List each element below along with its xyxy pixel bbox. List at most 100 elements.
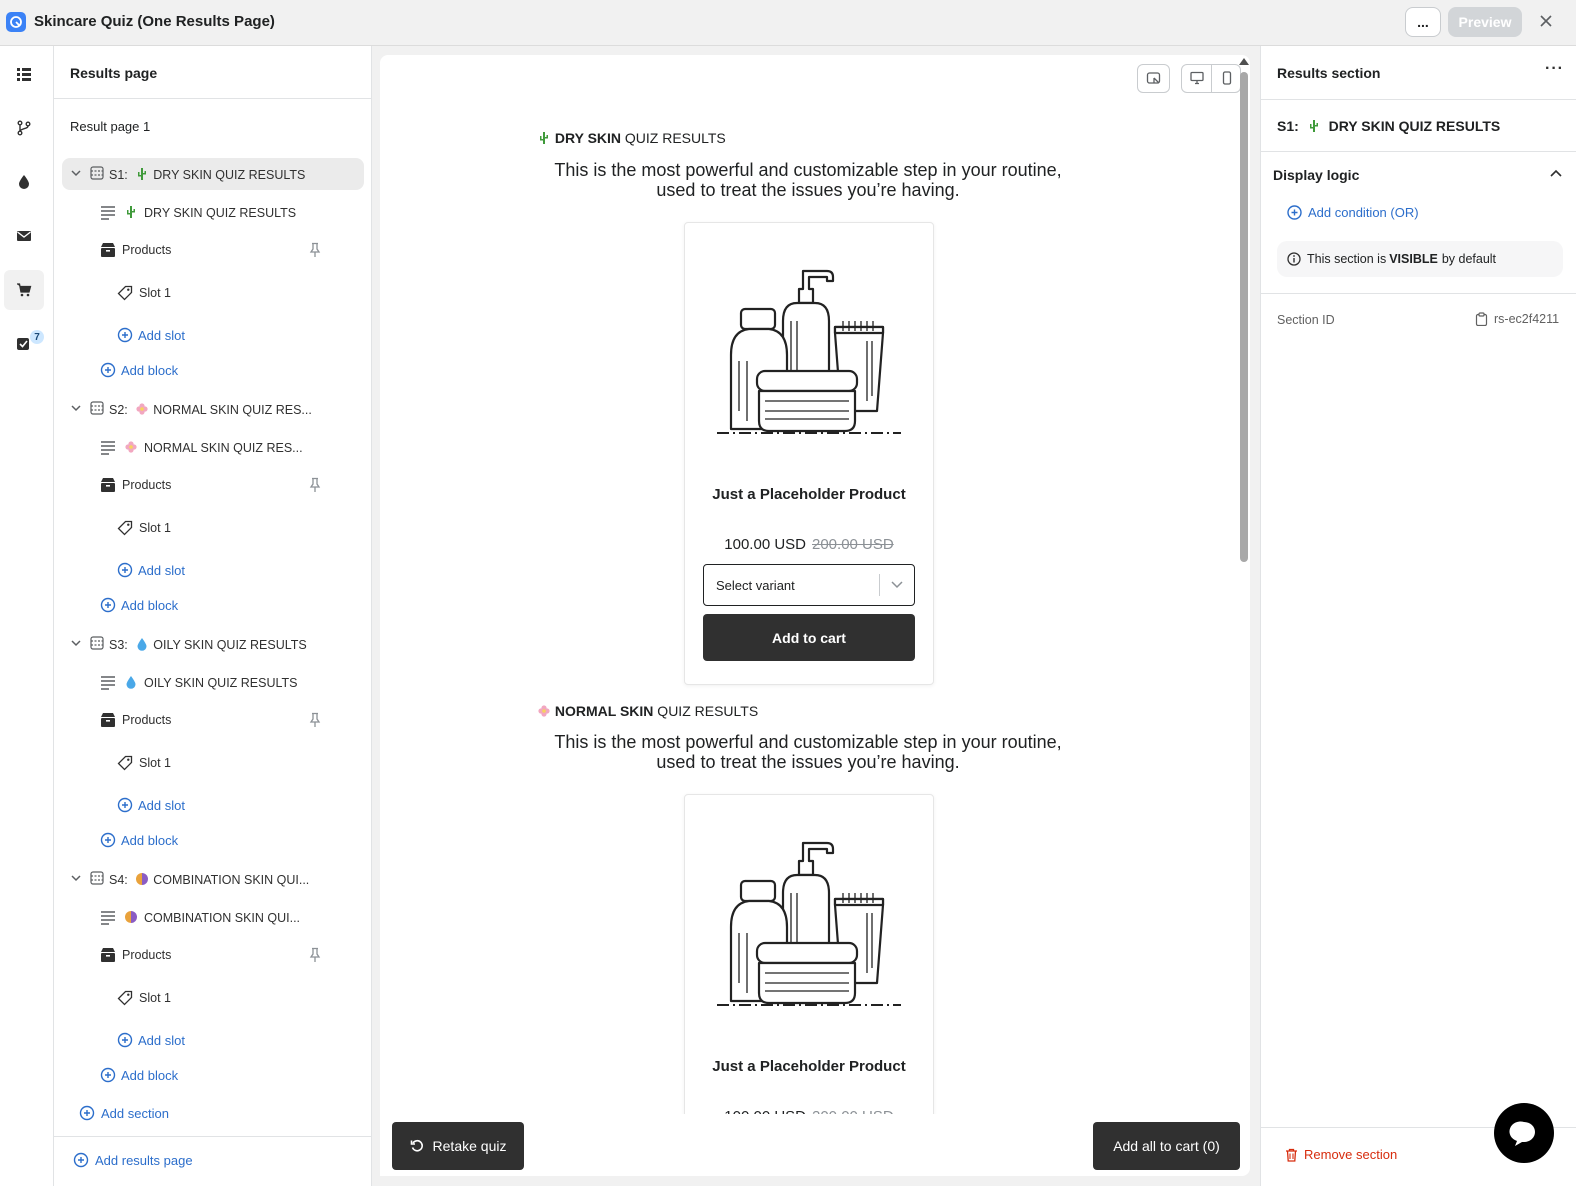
section-name: DRY SKIN QUIZ RESULTS: [153, 168, 306, 182]
products-block-row[interactable]: Products: [54, 940, 372, 970]
section-id-copy[interactable]: rs-ec2f4211: [1475, 312, 1559, 326]
product-name[interactable]: Just a Placeholder Product: [685, 486, 933, 503]
add-slot-button[interactable]: Add slot: [54, 1025, 372, 1055]
inspect-toggle[interactable]: [1137, 64, 1170, 93]
plus-circle-icon: [100, 362, 116, 378]
products-icon: [101, 478, 115, 492]
rail-tasks-button[interactable]: 7: [4, 324, 44, 364]
product-name[interactable]: Just a Placeholder Product: [685, 1058, 933, 1075]
rail-questions-button[interactable]: [4, 54, 44, 94]
chevron-down-icon[interactable]: [70, 872, 82, 884]
add-slot-button[interactable]: Add slot: [54, 790, 372, 820]
slot-row[interactable]: Slot 1: [54, 513, 372, 543]
add-all-to-cart-button[interactable]: Add all to cart (0): [1093, 1122, 1240, 1170]
section-icon: [90, 871, 104, 885]
price-compare: 200.00 USD: [812, 536, 894, 553]
text-block-icon: [101, 911, 115, 925]
section-row[interactable]: S1: DRY SKIN QUIZ RESULTS: [62, 158, 364, 190]
add-block-label: Add block: [121, 598, 179, 613]
pin-icon[interactable]: [307, 242, 323, 258]
products-icon: [101, 243, 115, 257]
mail-icon: [17, 231, 31, 241]
add-block-button[interactable]: Add block: [54, 355, 372, 385]
plus-circle-icon: [100, 832, 116, 848]
plus-circle-icon: [117, 327, 133, 343]
section-row[interactable]: S4: COMBINATION SKIN QUI...: [62, 863, 364, 895]
divider: [1261, 151, 1576, 152]
chat-support-button[interactable]: [1494, 1103, 1554, 1163]
preview-button[interactable]: Preview: [1448, 7, 1522, 37]
text-block-label: DRY SKIN QUIZ RESULTS: [144, 206, 297, 220]
products-label: Products: [122, 478, 172, 492]
desktop-view-button[interactable]: [1182, 65, 1212, 92]
mobile-view-button[interactable]: [1213, 65, 1241, 92]
chevron-down-icon[interactable]: [70, 637, 82, 649]
variant-select[interactable]: Select variant: [703, 564, 915, 606]
rail-branching-button[interactable]: [4, 108, 44, 148]
section-id-value: rs-ec2f4211: [1494, 312, 1560, 326]
add-results-page-button[interactable]: Add results page: [54, 1145, 372, 1175]
chat-icon: [1509, 1121, 1535, 1146]
add-condition-button[interactable]: Add condition (OR): [1287, 205, 1419, 220]
remove-section-button[interactable]: Remove section: [1285, 1147, 1397, 1162]
plus-circle-icon: [117, 1032, 133, 1048]
products-block-row[interactable]: Products: [54, 470, 372, 500]
heading-rest: QUIZ RESULTS: [621, 130, 726, 146]
trash-icon: [1286, 1148, 1297, 1162]
text-block-row[interactable]: COMBINATION SKIN QUI...: [54, 902, 372, 932]
section-row[interactable]: S2: NORMAL SKIN QUIZ RES...: [62, 393, 364, 425]
section-row[interactable]: S3: OILY SKIN QUIZ RESULTS: [62, 628, 364, 660]
section-icon: [90, 166, 104, 180]
products-block-row[interactable]: Products: [54, 235, 372, 265]
slot-row[interactable]: Slot 1: [54, 748, 372, 778]
add-slot-button[interactable]: Add slot: [54, 555, 372, 585]
add-to-cart-button[interactable]: Add to cart: [703, 614, 915, 661]
text-block-row[interactable]: OILY SKIN QUIZ RESULTS: [54, 667, 372, 697]
select-element-icon: [1146, 72, 1161, 84]
info-icon: [1287, 252, 1301, 266]
text-block-icon: [101, 206, 115, 220]
slot-row[interactable]: Slot 1: [54, 278, 372, 308]
add-block-label: Add block: [121, 833, 179, 848]
add-slot-button[interactable]: Add slot: [54, 320, 372, 350]
display-logic-toggle[interactable]: Display logic: [1273, 167, 1359, 183]
section-prefix: S4:: [109, 873, 128, 887]
product-image: [717, 269, 901, 434]
add-block-button[interactable]: Add block: [54, 590, 372, 620]
slot-row[interactable]: Slot 1: [54, 983, 372, 1013]
divider: [54, 1136, 372, 1137]
chevron-down-icon[interactable]: [70, 167, 82, 179]
chevron-up-icon[interactable]: [1549, 168, 1563, 180]
selected-section-title: S1: DRY SKIN QUIZ RESULTS: [1277, 118, 1500, 134]
close-icon[interactable]: [1536, 11, 1556, 31]
text-block-row[interactable]: NORMAL SKIN QUIZ RES...: [54, 432, 372, 462]
mobile-icon: [1222, 71, 1232, 85]
pin-icon[interactable]: [307, 947, 323, 963]
more-actions-icon[interactable]: ···: [1545, 60, 1564, 78]
section-prefix: S1:: [1277, 118, 1299, 134]
rail-email-button[interactable]: [4, 216, 44, 256]
add-block-label: Add block: [121, 1068, 179, 1083]
pin-icon[interactable]: [307, 477, 323, 493]
scrollbar-up-arrow[interactable]: [1239, 58, 1249, 65]
scrollbar-thumb[interactable]: [1240, 72, 1248, 562]
rail-results-button[interactable]: [4, 270, 44, 310]
chevron-down-icon[interactable]: [70, 402, 82, 414]
section-settings-panel: Results section ··· S1: DRY SKIN QUIZ RE…: [1260, 46, 1576, 1186]
results-tree-panel: Results page Result page 1 S1: DRY SKIN …: [54, 46, 372, 1186]
more-options-button[interactable]: ...: [1405, 7, 1441, 37]
products-block-row[interactable]: Products: [54, 705, 372, 735]
rail-design-button[interactable]: [4, 162, 44, 202]
app-logo-icon: [6, 12, 26, 32]
add-block-button[interactable]: Add block: [54, 825, 372, 855]
add-block-button[interactable]: Add block: [54, 1060, 372, 1090]
add-section-button[interactable]: Add section: [54, 1098, 372, 1128]
retake-quiz-label: Retake quiz: [432, 1138, 507, 1154]
result-page-name[interactable]: Result page 1: [70, 119, 150, 134]
pin-icon[interactable]: [307, 712, 323, 728]
text-block-row[interactable]: DRY SKIN QUIZ RESULTS: [54, 197, 372, 227]
section-name: DRY SKIN QUIZ RESULTS: [1328, 118, 1501, 134]
plus-circle-icon: [79, 1105, 95, 1121]
retake-quiz-button[interactable]: Retake quiz: [392, 1122, 524, 1170]
product-price: 100.00 USD 200.00 USD: [685, 536, 933, 553]
